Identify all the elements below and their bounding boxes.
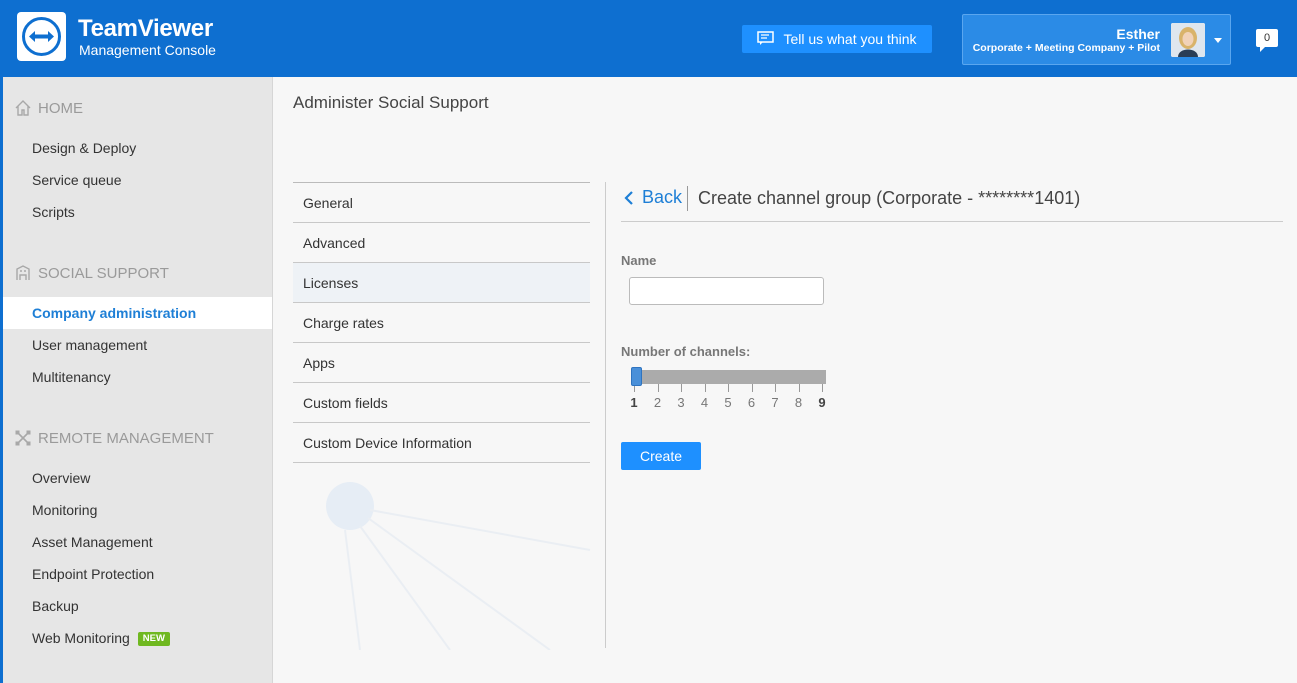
sidebar-item-label: Web Monitoring	[32, 630, 130, 646]
slider-tick	[728, 384, 729, 392]
slider-tick-label: 1	[630, 395, 638, 410]
brand-subtitle: Management Console	[79, 42, 216, 58]
channels-slider-track[interactable]	[632, 370, 826, 384]
sidebar-item-service-queue[interactable]: Service queue	[3, 164, 272, 196]
new-badge: NEW	[137, 632, 170, 647]
sidebar-section-home[interactable]: HOME	[14, 99, 83, 117]
name-label: Name	[621, 253, 657, 268]
section-title-home: HOME	[38, 99, 83, 117]
sidebar-item-multitenancy[interactable]: Multitenancy	[3, 361, 272, 393]
menu-item-custom-fields[interactable]: Custom fields	[293, 383, 590, 423]
menu-item-charge-rates[interactable]: Charge rates	[293, 303, 590, 343]
sidebar-item-web-monitoring[interactable]: Web Monitoring NEW	[3, 622, 272, 654]
create-button[interactable]: Create	[621, 442, 701, 470]
back-link[interactable]: Back	[624, 187, 682, 208]
sidebar-item-asset-management[interactable]: Asset Management	[3, 526, 272, 558]
back-label: Back	[642, 187, 683, 207]
sidebar-section-social-support[interactable]: SOCIAL SUPPORT	[14, 264, 169, 282]
slider-tick-label: 8	[794, 395, 803, 410]
menu-item-general[interactable]: General	[293, 183, 590, 223]
feedback-icon	[757, 30, 775, 48]
slider-tick	[657, 384, 659, 392]
notification-badge[interactable]: 0	[1256, 29, 1278, 52]
channels-slider-handle[interactable]	[631, 367, 642, 386]
panel-title: Create channel group (Corporate - ******…	[698, 188, 1081, 208]
sidebar-item-overview[interactable]: Overview	[3, 462, 272, 494]
page-title: Administer Social Support	[293, 93, 489, 112]
slider-tick	[798, 384, 800, 392]
slider-tick	[681, 384, 682, 392]
slider-tick-label: 5	[724, 395, 732, 410]
user-menu[interactable]: Esther Corporate + Meeting Company + Pil…	[962, 14, 1231, 65]
sidebar-item-backup[interactable]: Backup	[3, 590, 272, 622]
slider-tick-label: 3	[677, 395, 685, 410]
feedback-button[interactable]: Tell us what you think	[742, 25, 932, 53]
remote-icon	[15, 430, 31, 446]
brand-title: TeamViewer	[78, 15, 213, 42]
menu-item-apps[interactable]: Apps	[293, 343, 590, 383]
home-icon	[15, 100, 31, 116]
settings-menu: General Advanced Licenses Charge rates A…	[293, 182, 590, 463]
chevron-down-icon	[1214, 38, 1222, 43]
sidebar-item-scripts[interactable]: Scripts	[3, 196, 272, 228]
user-organization: Corporate + Meeting Company + Pilot	[972, 42, 1160, 54]
feedback-label: Tell us what you think	[783, 31, 917, 47]
slider-tick	[751, 384, 753, 392]
sidebar: HOME Design & Deploy Service queue Scrip…	[0, 77, 273, 683]
panel-divider	[605, 182, 606, 648]
slider-tick-label: 4	[700, 395, 709, 410]
menu-item-licenses[interactable]: Licenses	[293, 263, 590, 303]
slider-tick-label: 7	[771, 395, 779, 410]
sidebar-section-remote-management[interactable]: REMOTE MANAGEMENT	[14, 429, 214, 447]
building-icon	[16, 265, 30, 280]
slider-tick	[704, 384, 706, 392]
slider-tick-label: 6	[747, 395, 756, 410]
chevron-left-icon	[624, 190, 633, 205]
top-bar: TeamViewer Management Console Tell us wh…	[0, 0, 1297, 77]
sidebar-item-user-management[interactable]: User management	[3, 329, 272, 361]
decorative-background-graphic	[326, 482, 591, 650]
slider-tick-label: 2	[653, 395, 662, 410]
slider-tick-label: 9	[818, 395, 826, 410]
sidebar-item-company-administration[interactable]: Company administration	[3, 297, 272, 329]
sidebar-item-monitoring[interactable]: Monitoring	[3, 494, 272, 526]
slider-tick	[775, 384, 776, 392]
section-title-remote-management: REMOTE MANAGEMENT	[38, 429, 214, 447]
panel-rule	[621, 221, 1283, 222]
sidebar-item-design-deploy[interactable]: Design & Deploy	[3, 132, 272, 164]
slider-tick	[822, 384, 823, 392]
user-name: Esther	[1116, 26, 1160, 42]
menu-item-custom-device-information[interactable]: Custom Device Information	[293, 423, 590, 463]
avatar	[1171, 23, 1205, 57]
channels-label: Number of channels:	[621, 344, 751, 359]
title-separator	[687, 186, 688, 211]
name-input[interactable]	[629, 277, 824, 305]
teamviewer-logo-icon[interactable]	[17, 12, 66, 61]
sidebar-item-endpoint-protection[interactable]: Endpoint Protection	[3, 558, 272, 590]
menu-item-advanced[interactable]: Advanced	[293, 223, 590, 263]
section-title-social-support: SOCIAL SUPPORT	[38, 264, 169, 282]
